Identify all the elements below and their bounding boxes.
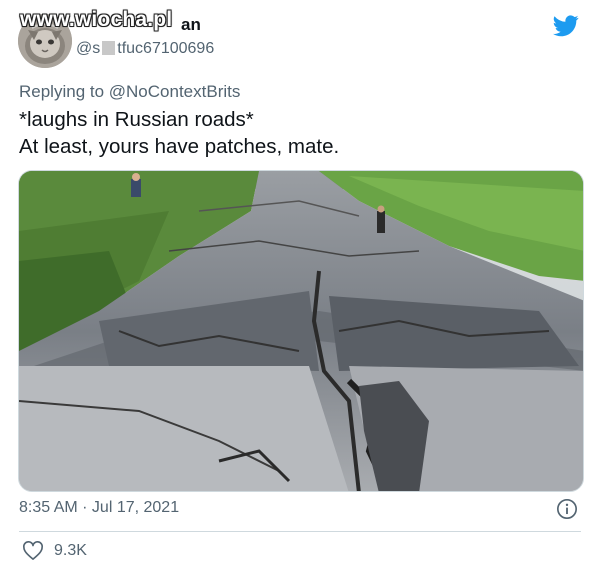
author-handle[interactable]: @s tfuc67100696	[76, 40, 214, 58]
tweet-card: www.wiocha.pl an @s tfuc67100696 Replying…	[0, 0, 600, 577]
info-icon[interactable]	[556, 498, 578, 520]
like-count[interactable]: 9.3K	[54, 542, 87, 560]
tweet-text-line-2: At least, yours have patches, mate.	[19, 135, 340, 158]
cracked-road-photo	[19, 171, 583, 491]
handle-prefix: @s	[76, 40, 101, 57]
divider	[19, 531, 581, 532]
replying-to[interactable]: Replying to @NoContextBrits	[19, 82, 240, 102]
tweet-timestamp[interactable]: 8:35 AM · Jul 17, 2021	[19, 499, 179, 517]
tweet-text: *laughs in Russian roads* At least, your…	[19, 106, 339, 160]
tweet-photo[interactable]	[18, 170, 584, 492]
twitter-bird-icon[interactable]	[553, 15, 579, 37]
tweet-text-line-1: *laughs in Russian roads*	[19, 108, 254, 131]
handle-suffix: tfuc67100696	[117, 40, 215, 57]
handle-redaction	[102, 41, 116, 55]
watermark: www.wiocha.pl	[20, 8, 173, 31]
heart-icon[interactable]	[22, 541, 44, 561]
author-display-name[interactable]: an	[181, 15, 201, 35]
